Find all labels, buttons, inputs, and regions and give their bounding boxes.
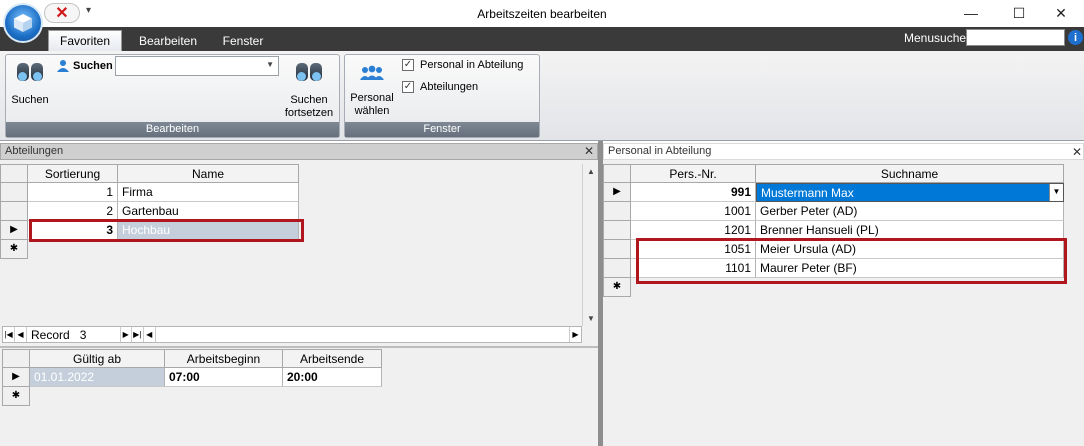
- help-icon[interactable]: i: [1068, 30, 1083, 45]
- maximize-button[interactable]: ☐: [996, 2, 1042, 24]
- app-menu-button[interactable]: [3, 3, 43, 43]
- tab-fenster[interactable]: Fenster: [214, 30, 272, 51]
- column-header-pers-nr[interactable]: Pers.-Nr.: [631, 164, 756, 183]
- scroll-down-icon[interactable]: ▼: [583, 314, 599, 323]
- abteilungen-vertical-scrollbar[interactable]: ▲ ▼: [582, 164, 598, 326]
- cell-pers-nr[interactable]: 1101: [631, 259, 756, 278]
- row-selector[interactable]: [603, 240, 631, 259]
- cube-icon: [14, 14, 32, 32]
- last-record-icon[interactable]: ▶|: [132, 327, 144, 342]
- chevron-down-icon[interactable]: ▼: [1049, 184, 1063, 201]
- new-row-marker[interactable]: ✱: [2, 387, 30, 406]
- checkbox-personal-label: Personal in Abteilung: [420, 59, 524, 71]
- current-row-marker[interactable]: ▶: [2, 368, 30, 387]
- abteilungen-panel-title: Abteilungen: [5, 145, 64, 157]
- close-icon[interactable]: ✕: [584, 144, 594, 158]
- column-header-name[interactable]: Name: [118, 164, 299, 183]
- checkbox-personal-in-abteilung[interactable]: ✓ Personal in Abteilung: [402, 59, 523, 71]
- cell-pers-nr[interactable]: 1201: [631, 221, 756, 240]
- minimize-button[interactable]: —: [948, 2, 994, 24]
- cell-gueltig-ab[interactable]: 01.01.2022: [30, 368, 165, 387]
- personal-panel-header: Personal in Abteilung: [603, 143, 1084, 160]
- personal-waehlen-button[interactable]: Personal wählen: [348, 64, 396, 118]
- cell-pers-nr[interactable]: 1051: [631, 240, 756, 259]
- suchname-combo-selected[interactable]: Mustermann Max ▼: [756, 183, 1064, 202]
- record-navigator: |◀ ◀ Record 3 ▶ ▶| ◀ ▶: [2, 326, 582, 343]
- people-icon: [360, 65, 384, 80]
- cell-name[interactable]: Gartenbau: [118, 202, 299, 221]
- checkbox-abteilungen-label: Abteilungen: [420, 81, 479, 93]
- checkbox-abteilungen[interactable]: ✓ Abteilungen: [402, 81, 478, 93]
- cell-name[interactable]: Firma: [118, 183, 299, 202]
- cell-suchname[interactable]: Maurer Peter (BF): [756, 259, 1064, 278]
- suchen-button[interactable]: Suchen: [9, 60, 51, 106]
- cell-suchname[interactable]: Brenner Hansueli (PL): [756, 221, 1064, 240]
- record-label: Record: [31, 327, 70, 342]
- binoculars-icon: [16, 60, 44, 82]
- checkmark-icon: ✓: [402, 81, 414, 93]
- window-title: Arbeitszeiten bearbeiten: [477, 7, 607, 21]
- suchen-small-label: Suchen: [73, 60, 113, 72]
- scroll-right-icon[interactable]: ▶: [569, 327, 581, 342]
- current-row-marker[interactable]: ▶: [0, 221, 28, 240]
- record-number-input[interactable]: 3: [80, 328, 120, 342]
- close-window-button[interactable]: ✕: [1038, 2, 1084, 24]
- grid-corner: [603, 164, 631, 183]
- column-header-arbeitsende[interactable]: Arbeitsende: [283, 349, 382, 368]
- suchen-button-label: Suchen: [11, 94, 49, 106]
- cell-suchname[interactable]: Meier Ursula (AD): [756, 240, 1064, 259]
- row-selector[interactable]: [0, 202, 28, 221]
- column-header-suchname[interactable]: Suchname: [756, 164, 1064, 183]
- group-label-bearbeiten: Bearbeiten: [6, 122, 339, 137]
- search-field-dropdown[interactable]: ▼: [115, 56, 279, 76]
- tab-bearbeiten[interactable]: Bearbeiten: [132, 30, 204, 51]
- column-header-sortierung[interactable]: Sortierung: [28, 164, 118, 183]
- column-header-gueltig-ab[interactable]: Gültig ab: [30, 349, 165, 368]
- cell-sortierung[interactable]: 1: [28, 183, 118, 202]
- cell-sortierung[interactable]: 2: [28, 202, 118, 221]
- cell-arbeitsbeginn[interactable]: 07:00: [165, 368, 283, 387]
- column-header-arbeitsbeginn[interactable]: Arbeitsbeginn: [165, 349, 283, 368]
- personal-waehlen-label-1: Personal: [350, 92, 394, 104]
- suchen-fortsetzen-label-2: fortsetzen: [284, 107, 334, 119]
- scroll-left-icon[interactable]: ◀: [144, 327, 156, 342]
- cell-pers-nr[interactable]: 991: [631, 183, 756, 202]
- personal-panel-title: Personal in Abteilung: [608, 145, 712, 157]
- grid-corner: [0, 164, 28, 183]
- first-record-icon[interactable]: |◀: [3, 327, 15, 342]
- group-label-fenster: Fenster: [345, 122, 539, 137]
- scroll-up-icon[interactable]: ▲: [583, 167, 599, 176]
- cell-suchname[interactable]: Gerber Peter (AD): [756, 202, 1064, 221]
- personal-waehlen-label-2: wählen: [354, 105, 390, 117]
- new-row-marker[interactable]: ✱: [603, 278, 631, 297]
- cell-suchname: Mustermann Max: [761, 186, 854, 200]
- chevron-down-icon: ▼: [266, 60, 274, 69]
- binoculars-plus-icon: [295, 60, 323, 82]
- row-selector[interactable]: [603, 259, 631, 278]
- suchen-fortsetzen-label-1: Suchen: [290, 94, 328, 106]
- row-selector[interactable]: [603, 221, 631, 240]
- grid-corner: [2, 349, 30, 368]
- prev-record-icon[interactable]: ◀: [15, 327, 27, 342]
- checkmark-icon: ✓: [402, 59, 414, 71]
- row-selector[interactable]: [0, 183, 28, 202]
- abteilungen-panel-header: Abteilungen: [0, 143, 598, 160]
- menusuche-input[interactable]: [966, 29, 1065, 46]
- tab-favoriten[interactable]: Favoriten: [48, 30, 122, 51]
- current-row-marker[interactable]: ▶: [603, 183, 631, 202]
- cell-arbeitsende[interactable]: 20:00: [283, 368, 382, 387]
- cell-name-selected[interactable]: Hochbau: [118, 221, 299, 240]
- menusuche-label: Menusuche: [904, 31, 967, 45]
- new-row-marker[interactable]: ✱: [0, 240, 28, 259]
- suchen-small-button[interactable]: Suchen: [56, 59, 113, 73]
- next-record-icon[interactable]: ▶: [119, 327, 132, 342]
- suchen-fortsetzen-button[interactable]: Suchen fortsetzen: [282, 60, 336, 120]
- cell-pers-nr[interactable]: 1001: [631, 202, 756, 221]
- close-icon[interactable]: ✕: [1072, 145, 1082, 159]
- row-selector[interactable]: [603, 202, 631, 221]
- cell-sortierung-selected[interactable]: 3: [28, 221, 118, 240]
- person-icon: [57, 60, 69, 72]
